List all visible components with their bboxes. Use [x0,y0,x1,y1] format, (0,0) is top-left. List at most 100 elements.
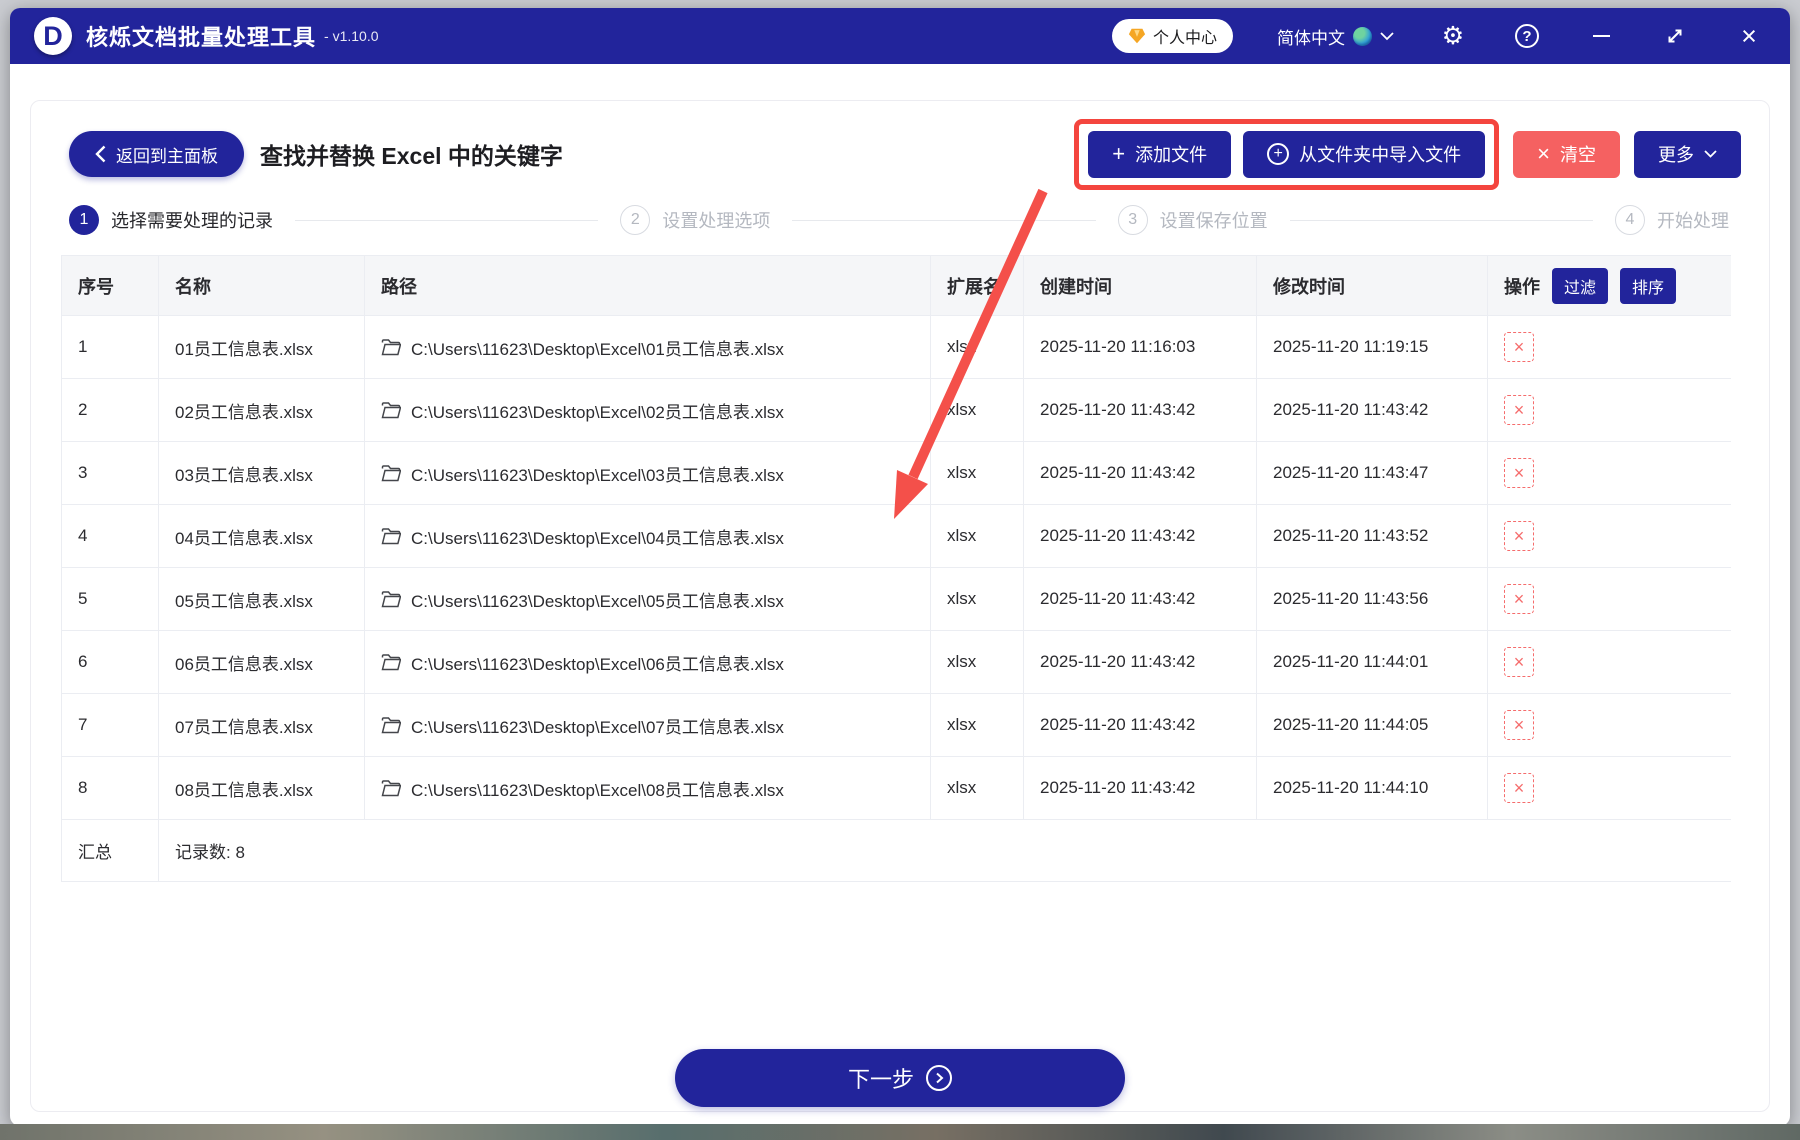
cell-ops: × [1487,756,1731,820]
delete-row-button[interactable]: × [1504,521,1534,551]
cell-ext: xlsx [930,504,1024,568]
sort-button[interactable]: 排序 [1620,267,1677,304]
cell-path: C:\Users\11623\Desktop\Excel\07员工信息表.xls… [364,693,931,757]
app-version: - v1.10.0 [324,28,379,44]
cell-modified: 2025-11-20 11:44:10 [1256,756,1488,820]
header-ext: 扩展名 [930,255,1024,316]
cell-seq: 1 [61,315,159,379]
table-row: 8 08员工信息表.xlsx C:\Users\11623\Desktop\Ex… [61,756,1731,820]
delete-row-button[interactable]: × [1504,710,1534,740]
globe-icon [1353,26,1372,46]
close-icon: × [1741,20,1757,51]
cell-seq: 8 [61,756,159,820]
cell-ext: xlsx [930,756,1024,820]
path-text: C:\Users\11623\Desktop\Excel\07员工信息表.xls… [411,717,784,737]
maximize-button[interactable] [1660,21,1690,51]
cell-modified: 2025-11-20 11:44:01 [1256,630,1488,694]
cell-created: 2025-11-20 11:43:42 [1023,756,1257,820]
app-title: 核烁文档批量处理工具 [86,25,317,50]
folder-icon [381,338,401,355]
step-connector [295,219,599,221]
more-label: 更多 [1658,145,1694,165]
chevron-left-icon [95,145,106,163]
cell-created: 2025-11-20 11:43:42 [1023,504,1257,568]
table-row: 7 07员工信息表.xlsx C:\Users\11623\Desktop\Ex… [61,693,1731,757]
header-modified: 修改时间 [1256,255,1488,316]
cell-modified: 2025-11-20 11:43:56 [1256,567,1488,631]
personal-center-label: 个人中心 [1152,30,1217,47]
step-connector [792,219,1096,221]
cell-seq: 5 [61,567,159,631]
cell-modified: 2025-11-20 11:43:47 [1256,441,1488,505]
step-3-label: 设置保存位置 [1159,211,1268,231]
chevron-down-icon [1380,31,1394,40]
path-text: C:\Users\11623\Desktop\Excel\02员工信息表.xls… [411,402,784,422]
cell-modified: 2025-11-20 11:44:05 [1256,693,1488,757]
header-path: 路径 [364,255,931,316]
cell-ext: xlsx [930,567,1024,631]
arrow-right-circle-icon [926,1065,952,1091]
cell-path: C:\Users\11623\Desktop\Excel\01员工信息表.xls… [364,315,931,379]
step-2-label: 设置处理选项 [662,211,771,231]
help-button[interactable]: ? [1512,21,1542,51]
cell-ops: × [1487,630,1731,694]
personal-center-button[interactable]: 个人中心 [1111,19,1233,53]
cell-path: C:\Users\11623\Desktop\Excel\08员工信息表.xls… [364,756,931,820]
close-window-button[interactable]: × [1734,21,1764,51]
main-card: 返回到主面板 查找并替换 Excel 中的关键字 + 添加文件 + 从文件夹中导… [30,100,1770,1112]
cell-name: 02员工信息表.xlsx [158,378,365,442]
more-button[interactable]: 更多 [1634,130,1741,178]
cell-name: 01员工信息表.xlsx [158,315,365,379]
minimize-icon [1592,35,1610,37]
delete-row-button[interactable]: × [1504,647,1534,677]
step-connector [1289,219,1593,221]
step-4-label: 开始处理 [1656,211,1729,231]
summary-value: 记录数: 8 [158,819,1731,882]
settings-button[interactable]: ⚙ [1438,21,1468,51]
next-step-button[interactable]: 下一步 [675,1049,1125,1107]
chevron-down-icon [1704,150,1717,158]
table-row: 1 01员工信息表.xlsx C:\Users\11623\Desktop\Ex… [61,315,1731,379]
import-from-folder-button[interactable]: + 从文件夹中导入文件 [1243,130,1486,178]
delete-row-button[interactable]: × [1504,773,1534,803]
folder-icon [381,653,401,670]
cell-ops: × [1487,315,1731,379]
filter-button[interactable]: 过滤 [1552,267,1609,304]
back-to-dashboard-button[interactable]: 返回到主面板 [69,131,244,177]
delete-row-button[interactable]: × [1504,332,1534,362]
table-row: 6 06员工信息表.xlsx C:\Users\11623\Desktop\Ex… [61,630,1731,694]
cell-created: 2025-11-20 11:43:42 [1023,693,1257,757]
header-created: 创建时间 [1023,255,1257,316]
folder-icon [381,464,401,481]
cell-name: 08员工信息表.xlsx [158,756,365,820]
highlight-annotation-box: + 添加文件 + 从文件夹中导入文件 [1074,118,1500,190]
language-label: 简体中文 [1277,28,1345,48]
delete-row-button[interactable]: × [1504,584,1534,614]
delete-row-button[interactable]: × [1504,395,1534,425]
table-row: 2 02员工信息表.xlsx C:\Users\11623\Desktop\Ex… [61,378,1731,442]
cell-ops: × [1487,378,1731,442]
help-icon: ? [1515,24,1539,48]
app-logo-icon: D [34,17,72,55]
step-1-label: 选择需要处理的记录 [111,211,273,231]
cell-seq: 6 [61,630,159,694]
toolbar: 返回到主面板 查找并替换 Excel 中的关键字 + 添加文件 + 从文件夹中导… [31,101,1769,193]
step-indicator: 1 选择需要处理的记录 2 设置处理选项 3 设置保存位置 4 开始处理 [69,205,1729,235]
minimize-button[interactable] [1586,21,1616,51]
language-selector[interactable]: 简体中文 [1277,24,1394,49]
path-text: C:\Users\11623\Desktop\Excel\08员工信息表.xls… [411,780,784,800]
maximize-icon [1668,29,1682,43]
cell-created: 2025-11-20 11:16:03 [1023,315,1257,379]
path-text: C:\Users\11623\Desktop\Excel\01员工信息表.xls… [411,339,784,359]
cell-seq: 4 [61,504,159,568]
cell-created: 2025-11-20 11:43:42 [1023,567,1257,631]
cell-ext: xlsx [930,630,1024,694]
cell-seq: 7 [61,693,159,757]
add-file-button[interactable]: + 添加文件 [1088,130,1232,178]
cell-path: C:\Users\11623\Desktop\Excel\05员工信息表.xls… [364,567,931,631]
clear-button[interactable]: × 清空 [1513,130,1620,178]
delete-row-button[interactable]: × [1504,458,1534,488]
cell-created: 2025-11-20 11:43:42 [1023,441,1257,505]
back-button-label: 返回到主面板 [116,146,218,166]
folder-icon [381,716,401,733]
